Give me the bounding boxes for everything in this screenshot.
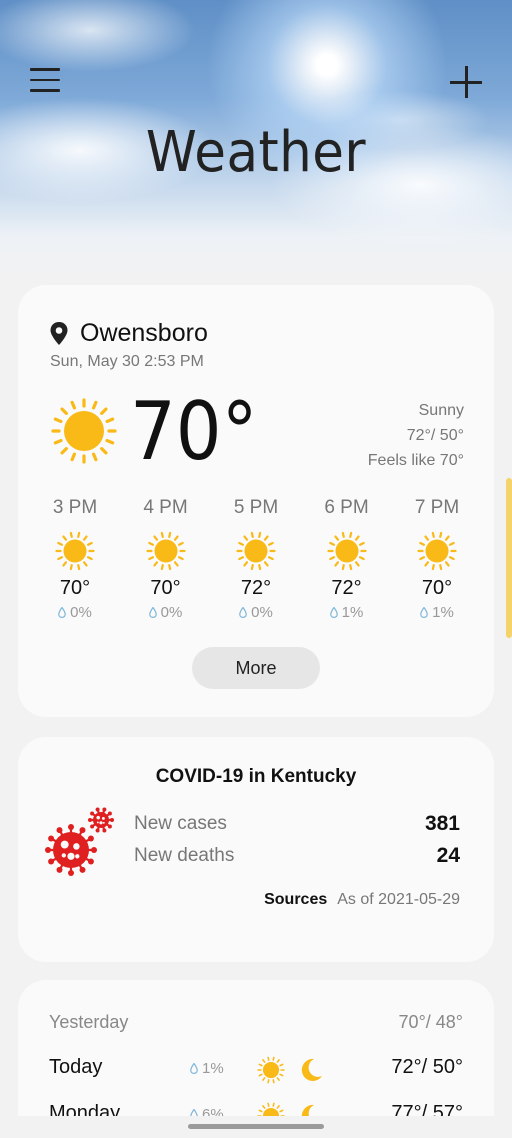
scrollbar-thumb[interactable]: [506, 478, 512, 638]
current-conditions: Sunny 72°/ 50° Feels like 70°: [368, 398, 464, 473]
hour-precip-value: 0%: [251, 604, 273, 621]
covid-title: COVID-19 in Kentucky: [155, 766, 357, 787]
hour-time: 3 PM: [52, 497, 98, 518]
as-of-date: As of 2021-05-29: [337, 891, 460, 908]
daily-row-yesterday: Yesterday 70°/ 48°: [49, 1012, 463, 1042]
daily-forecast-card[interactable]: Yesterday 70°/ 48° Today 1% 72°/ 50° Mon…: [18, 980, 494, 1138]
hour-time: 4 PM: [143, 497, 188, 518]
hourly-forecast: 3 PM 70° 0% 4 PM 70° 0% 5 PM 72° 0% 6 PM…: [30, 497, 482, 621]
hour-time: 5 PM: [233, 497, 279, 518]
home-indicator[interactable]: [188, 1124, 324, 1129]
hour-precip: 1%: [302, 604, 392, 621]
raindrop-icon: [190, 1063, 198, 1074]
day-icons: [257, 1056, 325, 1089]
hour-temp: 70°: [59, 577, 91, 599]
day-precip: 1%: [190, 1060, 224, 1077]
app-title: Weather: [145, 120, 367, 185]
raindrop-icon: [420, 607, 428, 618]
sources-link[interactable]: Sources: [264, 891, 327, 908]
hour-precip: 0%: [121, 604, 211, 621]
hour-precip-value: 0%: [160, 604, 183, 621]
hourly-item: 4 PM 70° 0%: [121, 497, 211, 621]
day-range: 72°/ 50°: [391, 1056, 463, 1078]
sun-icon: [417, 531, 457, 571]
sun-icon: [326, 531, 367, 571]
new-cases-value: 381: [424, 812, 460, 835]
raindrop-icon: [148, 607, 157, 618]
current-temperature: 70°: [130, 385, 258, 478]
hour-precip-value: 0%: [70, 604, 92, 621]
hourly-item: 5 PM 72° 0%: [211, 497, 301, 621]
raindrop-icon: [329, 607, 338, 618]
covid-card[interactable]: COVID-19 in Kentucky New cases 381 New d…: [18, 737, 494, 962]
sun-icon: [55, 531, 95, 571]
current-datetime: Sun, May 30 2:53 PM: [50, 353, 204, 370]
high-low-temp: 72°/ 50°: [406, 427, 464, 444]
hour-precip: 1%: [392, 604, 482, 621]
hour-temp: 70°: [421, 577, 453, 599]
sun-icon: [145, 531, 186, 571]
day-name: Today: [49, 1056, 103, 1078]
hourly-item: 6 PM 72° 1%: [302, 497, 392, 621]
raindrop-icon: [58, 607, 66, 618]
hourly-item: 3 PM 70° 0%: [30, 497, 120, 621]
hamburger-menu-icon[interactable]: [30, 68, 60, 96]
sources-row: Sources As of 2021-05-29: [264, 891, 460, 909]
raindrop-icon: [239, 607, 247, 618]
new-deaths-label: New deaths: [134, 845, 235, 866]
sun-icon: [236, 531, 276, 571]
hour-precip-value: 1%: [432, 604, 454, 621]
new-deaths-value: 24: [436, 844, 460, 867]
add-location-plus-icon[interactable]: [450, 66, 482, 98]
feels-like: Feels like 70°: [367, 452, 464, 469]
navigation-bar: [0, 1116, 512, 1138]
hour-temp: 70°: [150, 577, 181, 599]
day-name: Yesterday: [49, 1012, 129, 1032]
sun-icon: [257, 1056, 285, 1084]
location-name: Owensboro: [80, 319, 208, 347]
hour-precip-value: 1%: [341, 604, 364, 621]
hour-time: 7 PM: [414, 497, 460, 518]
moon-icon: [302, 1058, 323, 1081]
hour-precip: 0%: [211, 604, 301, 621]
hour-temp: 72°: [240, 577, 272, 599]
hour-precip: 0%: [30, 604, 120, 621]
current-weather-card[interactable]: Owensboro Sun, May 30 2:53 PM 70° Sunny …: [18, 285, 494, 717]
sun-icon: [51, 398, 117, 464]
hour-time: 6 PM: [324, 497, 369, 518]
location-row: Owensboro: [50, 319, 208, 348]
condition-text: Sunny: [418, 402, 464, 419]
day-range: 70°/ 48°: [398, 1012, 463, 1032]
hourly-item: 7 PM 70° 1%: [392, 497, 482, 621]
hour-temp: 72°: [331, 577, 362, 599]
location-pin-icon: [50, 321, 68, 345]
more-button[interactable]: More: [192, 647, 320, 689]
day-precip-value: 1%: [202, 1060, 224, 1077]
daily-row-today[interactable]: Today 1% 72°/ 50°: [49, 1056, 463, 1086]
new-cases-label: New cases: [134, 813, 227, 834]
virus-icon: [45, 807, 114, 876]
